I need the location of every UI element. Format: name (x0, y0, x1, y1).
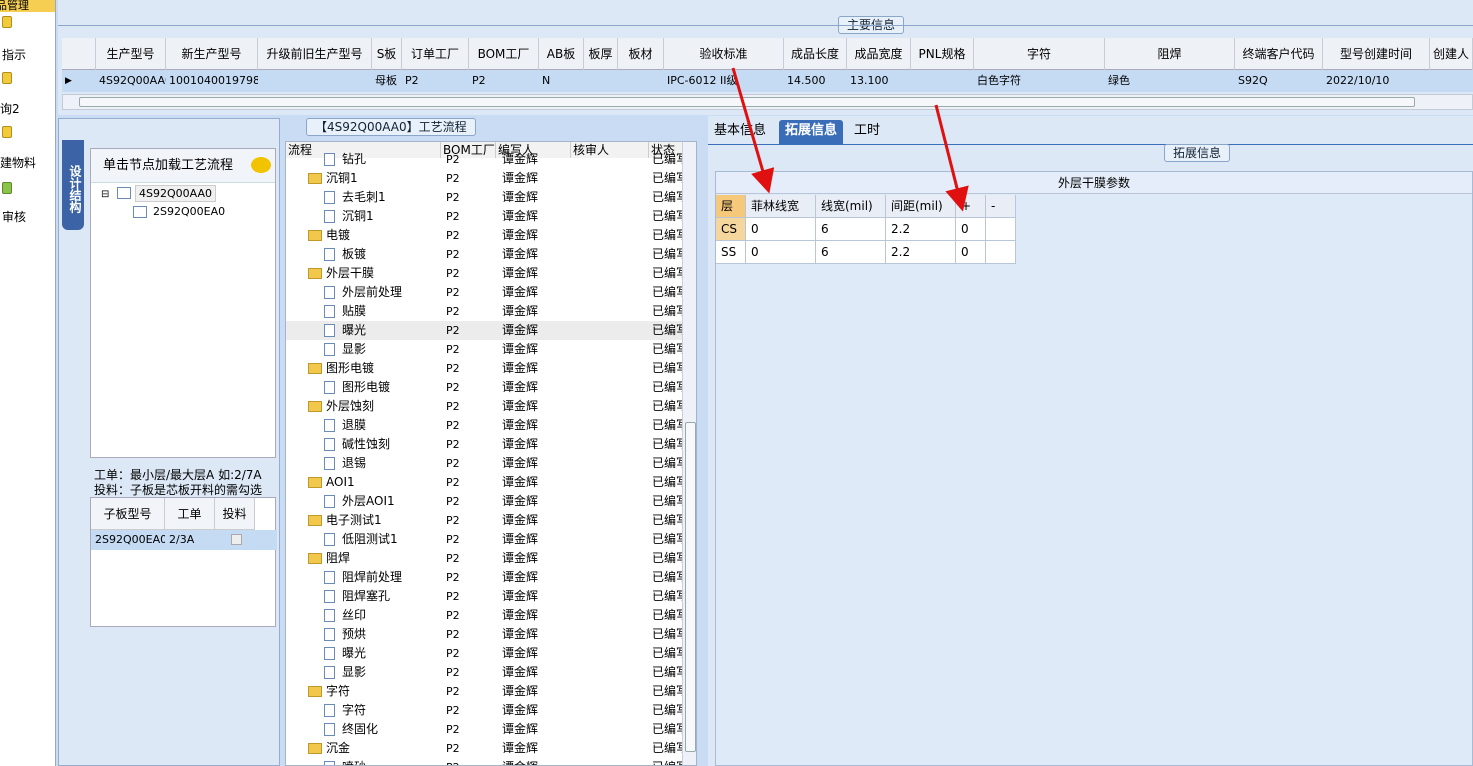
red-arrow-2 (934, 104, 969, 212)
red-arrow-1 (731, 67, 775, 194)
annotation-arrows (731, 67, 969, 212)
